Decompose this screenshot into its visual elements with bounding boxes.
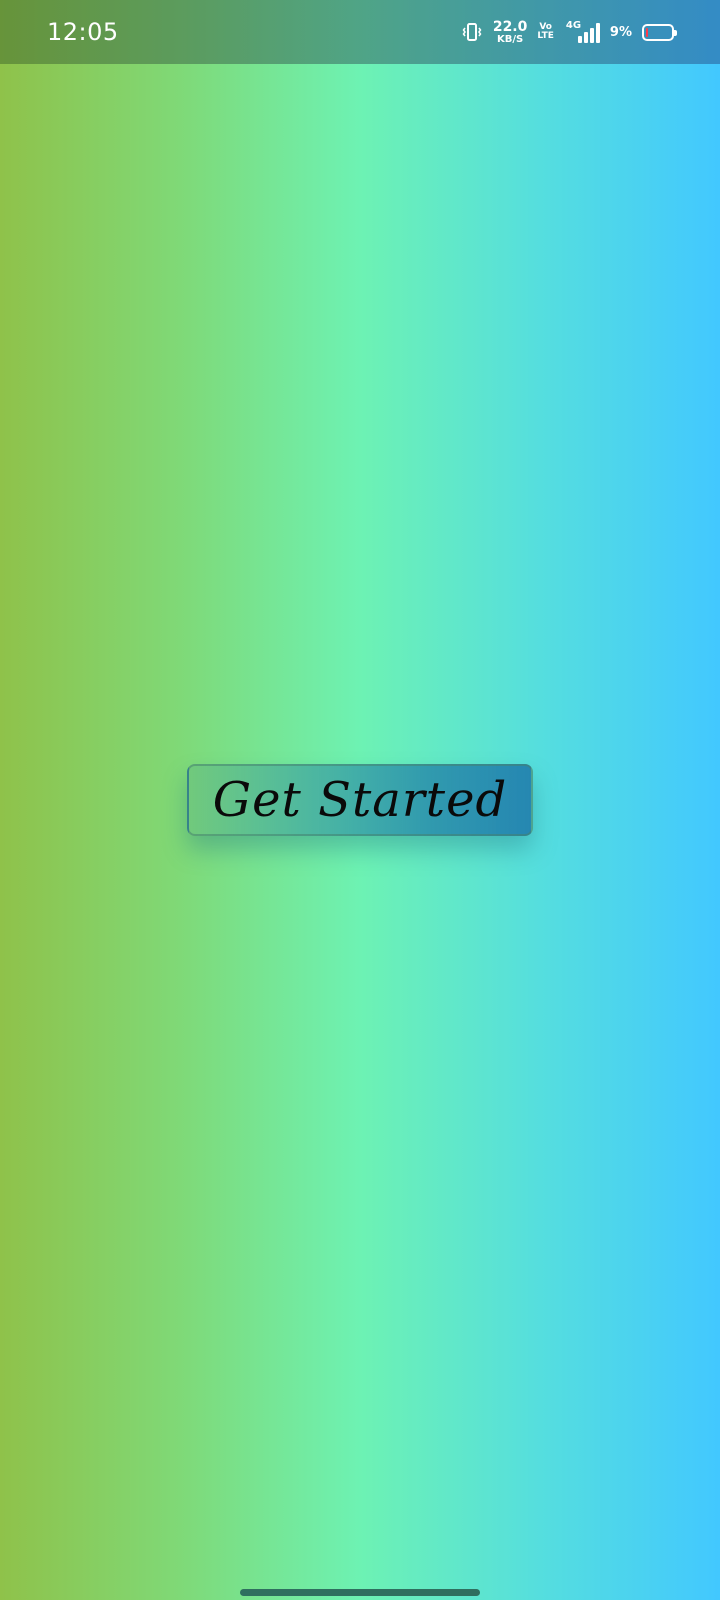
status-bar: 12:05 22.0 KB/S Vo LTE 4G 9% bbox=[0, 0, 720, 64]
network-type: 4G bbox=[565, 20, 582, 31]
get-started-label: Get Started bbox=[212, 772, 508, 828]
signal-icon: 4G bbox=[564, 20, 600, 43]
battery-percent: 9% bbox=[609, 24, 632, 40]
volte-indicator: Vo LTE bbox=[537, 23, 554, 41]
status-icons: 22.0 KB/S Vo LTE 4G 9% bbox=[461, 16, 677, 48]
battery-fill bbox=[646, 27, 648, 37]
status-time: 12:05 bbox=[47, 18, 119, 46]
net-speed-value: 22.0 bbox=[492, 18, 528, 35]
home-indicator[interactable] bbox=[240, 1589, 480, 1596]
net-speed-indicator: 22.0 KB/S bbox=[493, 20, 528, 45]
signal-bar bbox=[595, 23, 600, 43]
get-started-button[interactable]: Get Started bbox=[187, 764, 533, 836]
net-speed-unit: KB/S bbox=[496, 33, 524, 45]
volte-bottom: LTE bbox=[537, 31, 554, 41]
signal-bar bbox=[577, 36, 582, 43]
battery-icon bbox=[642, 23, 677, 41]
signal-bar bbox=[589, 28, 594, 43]
vibrate-icon bbox=[461, 21, 483, 43]
battery-tip bbox=[674, 29, 677, 36]
signal-bar bbox=[583, 32, 588, 43]
